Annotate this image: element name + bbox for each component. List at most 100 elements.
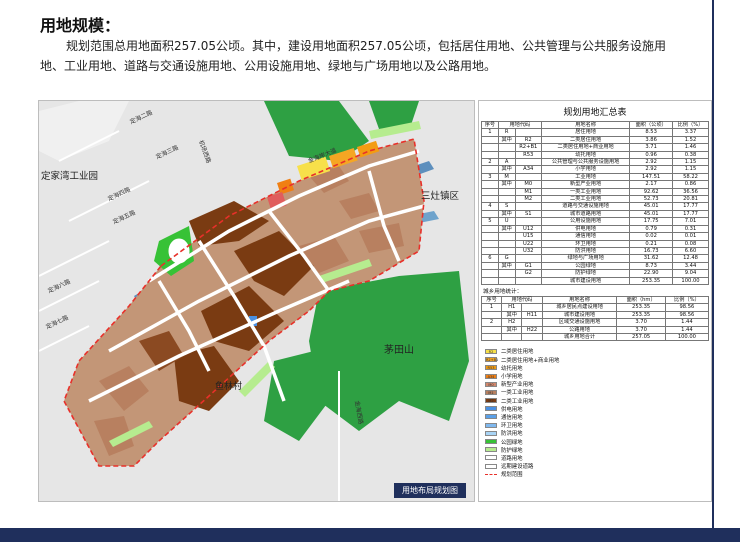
table-cell-no: 2 xyxy=(480,318,503,327)
legend-swatch xyxy=(485,463,497,469)
header-cell: 用地代码 xyxy=(501,295,543,305)
table-cell-code2 xyxy=(521,332,543,342)
table-cell-code2 xyxy=(514,217,542,226)
table-cell-area: 92.62 xyxy=(629,187,674,197)
table-cell-code1: H2 xyxy=(501,318,523,327)
table-cell-code1: 其中 xyxy=(497,224,516,234)
table-row: 5 U 公用设施用地 17.75 7.01 xyxy=(481,217,709,226)
table-cell-pct: 6.60 xyxy=(672,246,709,256)
urban-rural-table: 序号 用地代码 用地名称 面积（hm） 比例（%） 1 H1 城乡居民点建设用地 25… xyxy=(480,295,710,342)
legend-item: R2 二类居住用地 xyxy=(485,347,711,355)
legend-item: M1 一类工业用地 xyxy=(485,388,711,396)
table-cell-name: 幼托用地 xyxy=(540,150,631,160)
table-cell-code1: 其中 xyxy=(501,325,523,334)
table-row: U32 防洪用地 16.73 6.60 xyxy=(481,246,709,256)
table-cell-no: 2 xyxy=(481,158,499,167)
table-cell-no xyxy=(481,276,499,285)
header-cell: 序号 xyxy=(480,295,503,305)
legend-label: 二类工业用地 xyxy=(501,398,534,405)
table-cell-area: 8.53 xyxy=(629,128,674,137)
table-cell-pct: 12.48 xyxy=(672,254,709,263)
urban-rural-title: 城乡用地统计： xyxy=(483,288,523,295)
legend-item: M2 二类工业用地 xyxy=(485,397,711,405)
table-cell-name: 防护绿地 xyxy=(540,269,631,278)
table-cell-no: 4 xyxy=(481,202,499,211)
legend-label: 防洪用地 xyxy=(501,431,523,438)
legend-item: 公园绿地 xyxy=(485,437,711,446)
header-cell: 序号 xyxy=(481,120,499,130)
table-cell-pct: 0.31 xyxy=(672,224,709,234)
legend-item: 环卫用地 xyxy=(485,421,711,429)
table-cell-code2: U12 xyxy=(514,224,542,234)
map-caption: 用地布局规划图 xyxy=(394,483,466,498)
table-cell-pct: 0.01 xyxy=(672,232,709,241)
table-cell-code2: H11 xyxy=(521,310,543,320)
legend-swatch xyxy=(485,455,497,461)
table-cell-code2: U15 xyxy=(514,232,542,241)
legend-item: 通信用地 xyxy=(485,413,711,421)
header-cell: 面积（公顷） xyxy=(629,120,674,130)
table-row: U15 通信用地 0.02 0.01 xyxy=(481,232,709,241)
table-cell-name: 工业用地 xyxy=(540,172,631,182)
table-cell-area: 8.73 xyxy=(629,261,674,271)
table-cell-name: 城乡居民点建设用地 xyxy=(541,303,618,312)
table-cell-no xyxy=(481,269,499,278)
table-cell-area: 0.96 xyxy=(629,150,674,160)
legend-swatch: M2 xyxy=(485,398,497,404)
table-cell-name: 公共管理与公共服务设施用地 xyxy=(540,158,631,167)
table-cell-code1 xyxy=(497,276,516,285)
map-canvas: 定家湾工业园 三灶镇区 茅田山 鱼林村 定海二路 定海三路 定海四路 定海五路 … xyxy=(39,101,474,501)
table-cell-area: 3.71 xyxy=(629,143,674,152)
table-cell-name: 居住用地 xyxy=(540,128,631,137)
label-sanzao: 三灶镇区 xyxy=(421,190,460,202)
table-row: 3 M 工业用地 147.51 58.22 xyxy=(481,172,709,182)
table-cell-code1 xyxy=(497,246,516,256)
table-cell-code2 xyxy=(514,158,542,167)
table-row: 其中 M0 新型产业用地 2.17 0.86 xyxy=(481,180,709,189)
table-cell-code2: G2 xyxy=(514,269,542,278)
table-cell-area: 45.01 xyxy=(629,209,674,219)
table-cell-name: 城市建设用地 xyxy=(541,310,618,320)
table-cell-code1 xyxy=(497,195,516,204)
table-cell-name: 小学用地 xyxy=(540,165,631,174)
table-cell-code2: R2 xyxy=(514,135,542,145)
legend-swatch: R53 xyxy=(485,365,497,371)
table-cell-code1: R xyxy=(497,128,516,137)
table-cell-area: 257.05 xyxy=(616,332,666,342)
table-cell-code1: A xyxy=(497,158,516,167)
table-cell-name: 二类居住用地 xyxy=(540,135,631,145)
table-cell-name: 城乡用地合计 xyxy=(541,332,618,342)
table-cell-name: 新型产业用地 xyxy=(540,180,631,189)
table-cell-pct: 36.56 xyxy=(672,187,709,197)
table-cell-pct: 1.46 xyxy=(672,143,709,152)
legend-item: 规划范围 xyxy=(485,470,711,478)
table-cell-no xyxy=(481,232,499,241)
table-cell-pct: 0.38 xyxy=(672,150,709,160)
table-cell-area: 2.92 xyxy=(629,165,674,174)
table-cell-code2 xyxy=(514,128,542,137)
table-cell-code2 xyxy=(514,172,542,182)
table-cell-code2: M1 xyxy=(514,187,542,197)
table-row: U22 环卫用地 0.21 0.08 xyxy=(481,239,709,248)
table-cell-no xyxy=(480,325,503,334)
table-cell-no xyxy=(480,310,503,320)
table-cell-pct: 1.15 xyxy=(672,165,709,174)
table-cell-code2: U32 xyxy=(514,246,542,256)
legend-label: 道路用地 xyxy=(501,455,523,462)
table-cell-code1: 其中 xyxy=(497,180,516,189)
table-cell-no xyxy=(481,261,499,271)
table-cell-pct: 9.04 xyxy=(672,269,709,278)
legend-swatch xyxy=(485,406,497,412)
table-row: 2 H2 区域交通设施用地 3.70 1.44 xyxy=(480,318,710,327)
table-cell-no xyxy=(481,224,499,234)
table-cell-area: 16.73 xyxy=(629,246,674,256)
table-cell-code1: H1 xyxy=(501,303,523,312)
table-cell-name: 公园绿地 xyxy=(540,261,631,271)
table-cell-code1 xyxy=(497,150,516,160)
table-cell-code1: U xyxy=(497,217,516,226)
legend-swatch: M1 xyxy=(485,389,497,395)
table-cell-pct: 1.52 xyxy=(672,135,709,145)
table-cell-area: 253.35 xyxy=(616,303,666,312)
legend-label: 新型产业用地 xyxy=(501,382,534,389)
legend-swatch: R2+B1 xyxy=(485,357,499,363)
